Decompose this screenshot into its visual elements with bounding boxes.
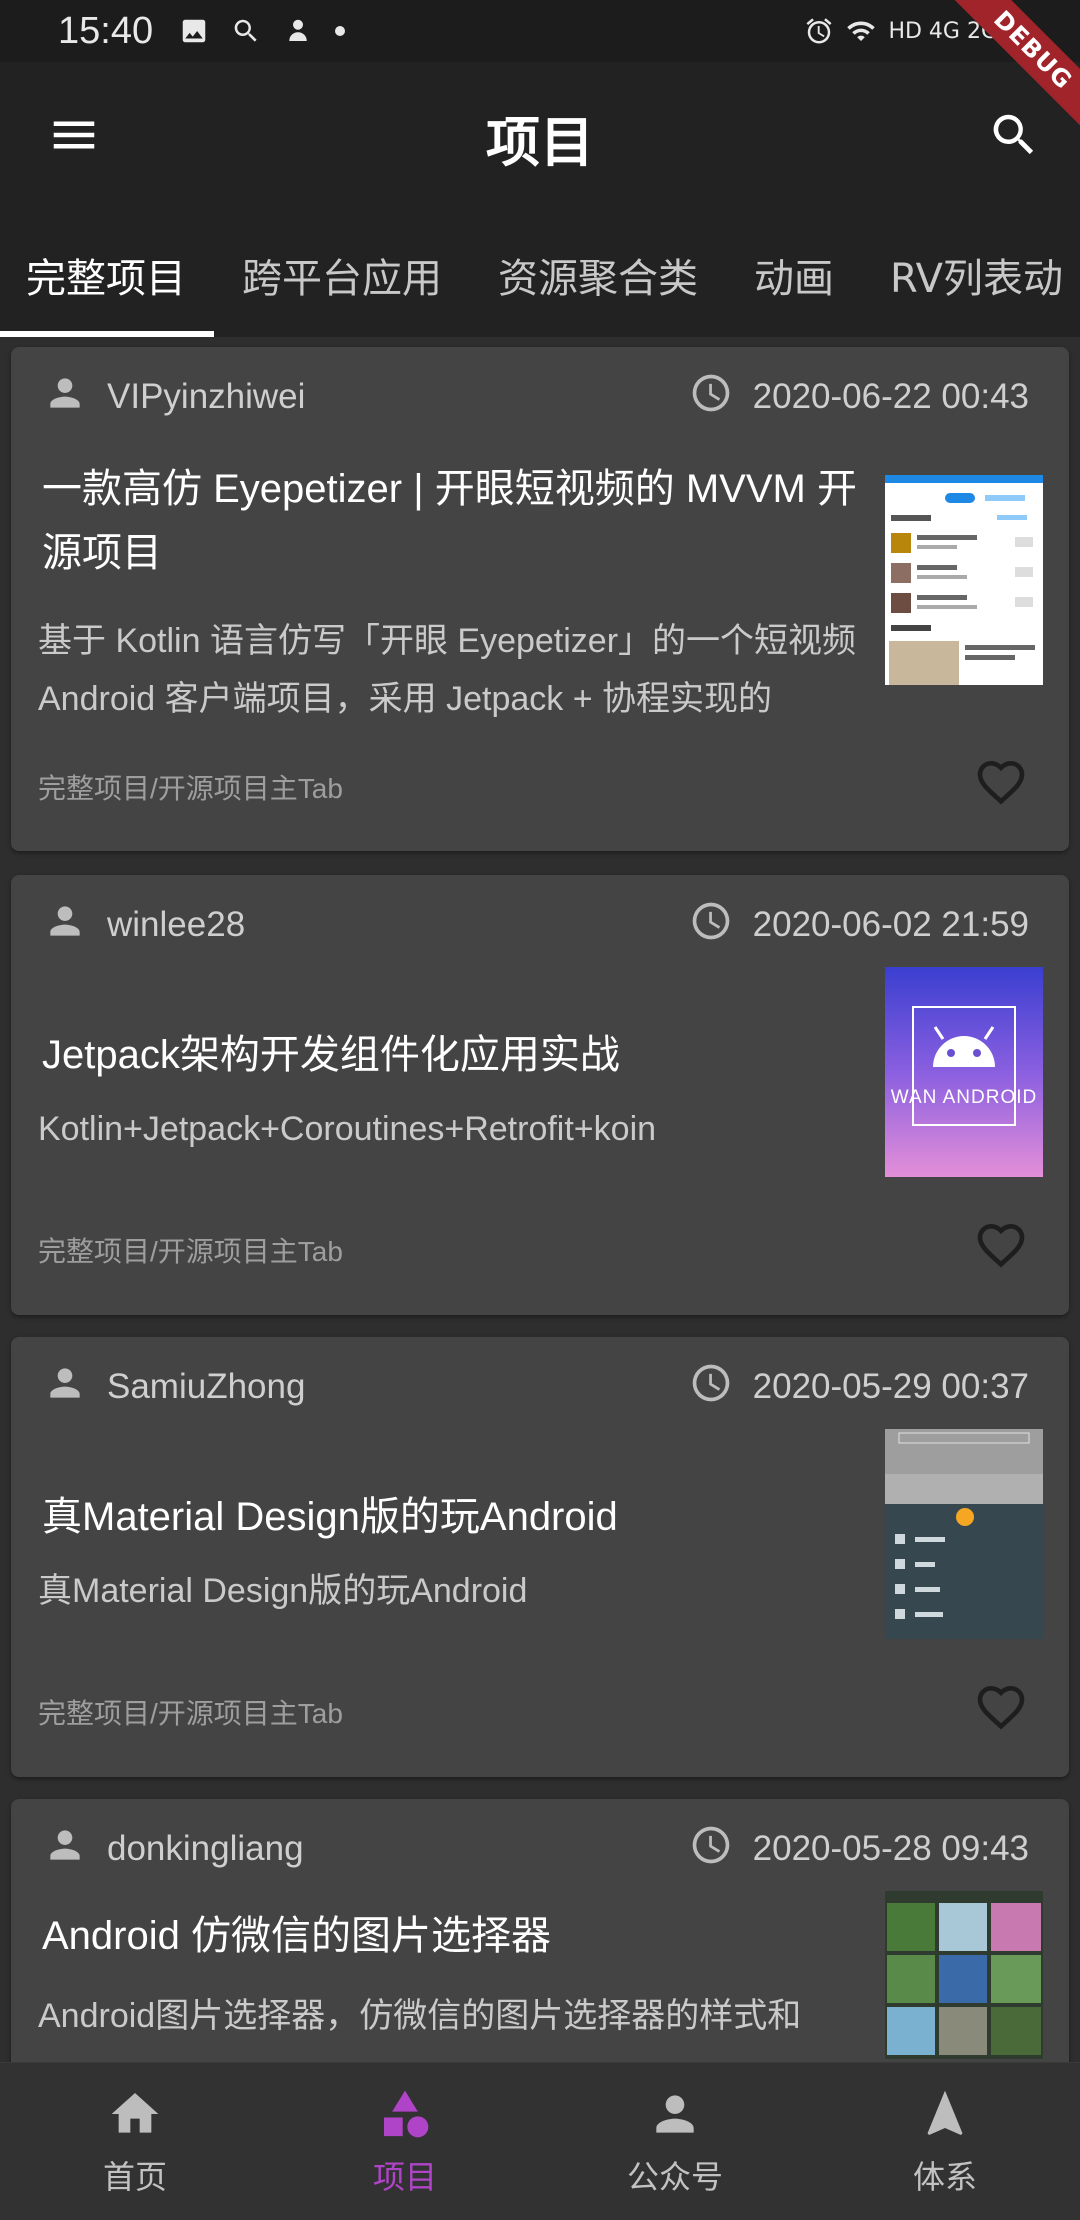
thumbnail-caption: WAN ANDROID <box>890 1087 1038 1108</box>
nav-label: 公众号 <box>626 2157 723 2196</box>
status-bar: 15:40 HD 4G 2G <box>0 0 1080 62</box>
clock-icon <box>689 1823 733 1876</box>
wifi-icon <box>846 16 876 46</box>
favorite-button[interactable] <box>971 1679 1031 1735</box>
more-notifications-dot <box>335 26 346 36</box>
card-meta: donkingliang 2020-05-28 09:43 <box>43 1821 1029 1877</box>
project-list[interactable]: VIPyinzhiwei 2020-06-22 00:43 一款高仿 Eyepe… <box>0 337 1080 2062</box>
nav-official-accounts[interactable]: 公众号 <box>540 2063 810 2220</box>
notification-icons <box>179 16 346 46</box>
alarm-icon <box>804 16 834 46</box>
app-notification-icon <box>283 16 313 46</box>
card-meta: SamiuZhong 2020-05-29 00:37 <box>43 1359 1029 1415</box>
card-meta: winlee28 2020-06-02 21:59 <box>43 897 1029 953</box>
project-card[interactable]: winlee28 2020-06-02 21:59 Jetpack架构开发组件化… <box>11 875 1069 1315</box>
navigation-icon <box>917 2086 973 2146</box>
publish-date: 2020-06-22 00:43 <box>752 377 1029 416</box>
nav-system[interactable]: 体系 <box>810 2063 1080 2220</box>
person-icon <box>647 2086 703 2146</box>
nav-home[interactable]: 首页 <box>0 2063 270 2220</box>
author-name[interactable]: SamiuZhong <box>107 1367 305 1407</box>
menu-icon <box>47 108 101 166</box>
favorite-button[interactable] <box>971 754 1031 810</box>
publish-date: 2020-05-28 09:43 <box>752 1829 1029 1868</box>
person-icon <box>43 371 87 424</box>
project-thumbnail[interactable] <box>885 1891 1043 2059</box>
shapes-icon <box>377 2086 433 2146</box>
project-title[interactable]: Android 仿微信的图片选择器 <box>42 1904 882 1968</box>
tab-rv-list-animation[interactable]: RV列表动 <box>862 212 1080 337</box>
project-card[interactable]: VIPyinzhiwei 2020-06-22 00:43 一款高仿 Eyepe… <box>11 347 1069 851</box>
page-title: 项目 <box>486 110 594 174</box>
heart-outline-icon <box>971 1223 1031 1277</box>
tab-animation[interactable]: 动画 <box>726 212 862 337</box>
clock-icon <box>689 371 733 424</box>
home-icon <box>107 2086 163 2146</box>
category-tabs: 完整项目 跨平台应用 资源聚合类 动画 RV列表动 <box>0 212 1080 337</box>
search-icon <box>987 108 1041 166</box>
project-description: Kotlin+Jetpack+Coroutines+Retrofit+koin <box>38 1110 657 1148</box>
project-title[interactable]: Jetpack架构开发组件化应用实战 <box>42 1023 882 1087</box>
person-icon <box>43 1823 87 1876</box>
card-meta: VIPyinzhiwei 2020-06-22 00:43 <box>43 369 1029 425</box>
nav-label: 项目 <box>372 2157 437 2196</box>
heart-outline-icon <box>971 1685 1031 1739</box>
clock-icon <box>689 1361 733 1414</box>
search-status-icon <box>231 16 261 46</box>
publish-date: 2020-06-02 21:59 <box>752 905 1029 944</box>
app-bar: 项目 <box>0 62 1080 212</box>
project-title[interactable]: 一款高仿 Eyepetizer | 开眼短视频的 MVVM 开源项目 <box>42 457 882 585</box>
chapter-label[interactable]: 完整项目/开源项目主Tab <box>38 767 343 807</box>
favorite-button[interactable] <box>971 1217 1031 1273</box>
nav-projects[interactable]: 项目 <box>270 2063 540 2220</box>
project-thumbnail[interactable] <box>885 1429 1043 1639</box>
gallery-icon <box>179 16 209 46</box>
tab-complete-projects[interactable]: 完整项目 <box>0 212 214 337</box>
project-thumbnail[interactable]: WAN ANDROID <box>885 967 1043 1177</box>
author-name[interactable]: VIPyinzhiwei <box>107 377 305 417</box>
person-icon <box>43 899 87 952</box>
chapter-label[interactable]: 完整项目/开源项目主Tab <box>38 1692 343 1732</box>
clock-icon <box>689 899 733 952</box>
project-description: 真Material Design版的玩Android <box>38 1572 528 1610</box>
nav-label: 首页 <box>102 2157 167 2196</box>
author-name[interactable]: winlee28 <box>107 905 245 945</box>
publish-date: 2020-05-29 00:37 <box>752 1367 1029 1406</box>
chapter-label[interactable]: 完整项目/开源项目主Tab <box>38 1230 343 1270</box>
bottom-navigation: 首页 项目 公众号 体系 <box>0 2062 1080 2220</box>
heart-outline-icon <box>971 760 1031 814</box>
project-description: 基于 Kotlin 语言仿写「开眼 Eyepetizer」的一个短视频 Andr… <box>38 622 857 718</box>
tab-cross-platform[interactable]: 跨平台应用 <box>214 212 470 337</box>
status-time: 15:40 <box>58 9 154 52</box>
tab-resource-aggregation[interactable]: 资源聚合类 <box>470 212 726 337</box>
search-button[interactable] <box>986 109 1042 165</box>
nav-label: 体系 <box>912 2157 977 2196</box>
project-thumbnail[interactable] <box>885 475 1043 685</box>
project-title[interactable]: 真Material Design版的玩Android <box>42 1485 882 1549</box>
menu-button[interactable] <box>46 109 102 165</box>
person-icon <box>43 1361 87 1414</box>
project-card[interactable]: donkingliang 2020-05-28 09:43 Android 仿微… <box>11 1799 1069 2062</box>
author-name[interactable]: donkingliang <box>107 1829 304 1869</box>
project-card[interactable]: SamiuZhong 2020-05-29 00:37 真Material De… <box>11 1337 1069 1777</box>
project-description: Android图片选择器，仿微信的图片选择器的样式和 <box>38 1997 802 2035</box>
